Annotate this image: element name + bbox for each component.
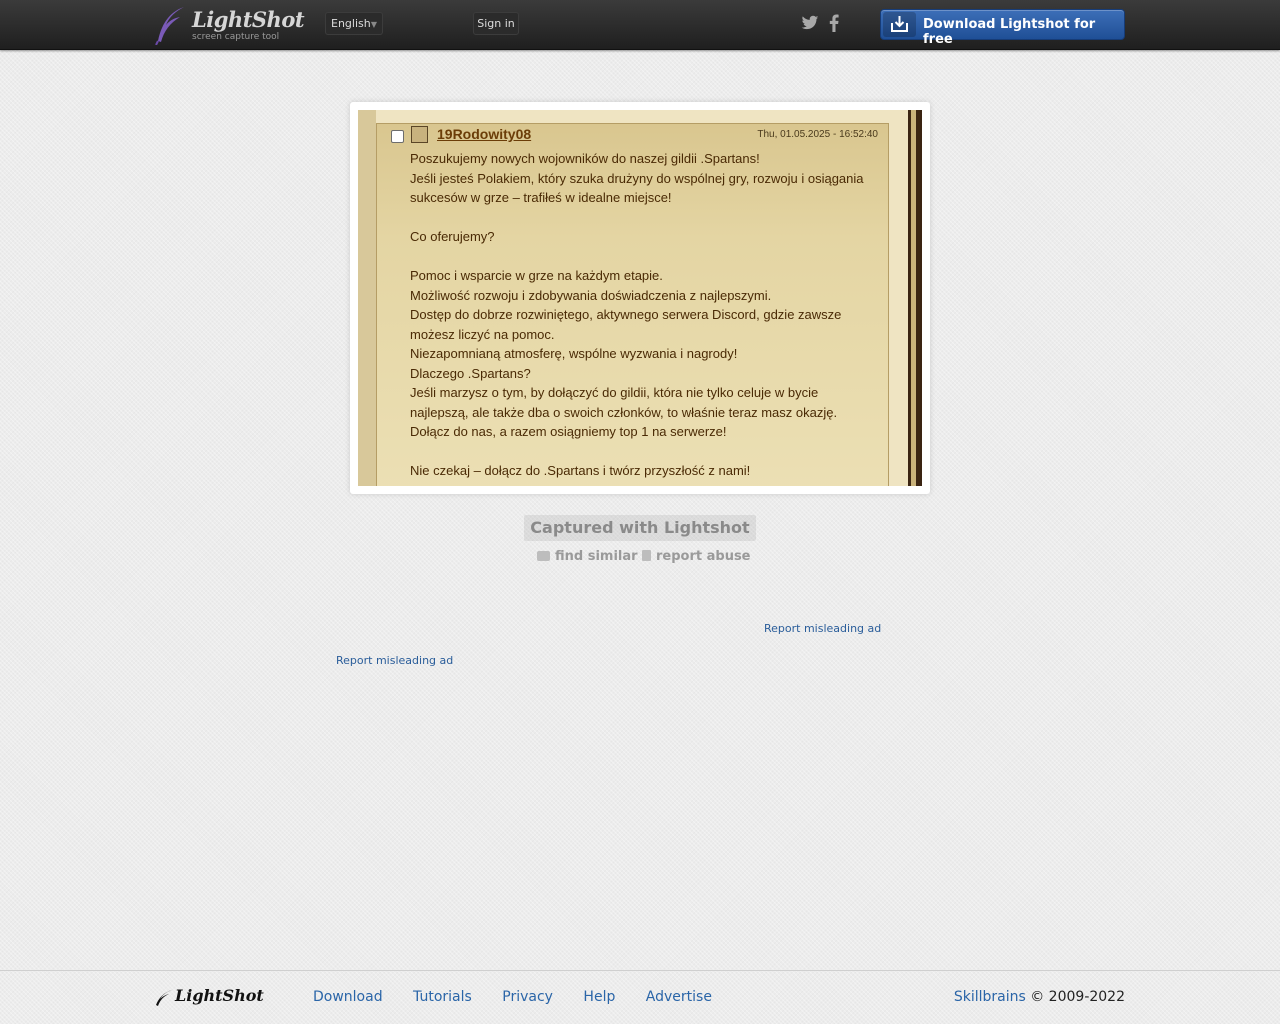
top-bar: LightShot screen capture tool English ▼ …	[0, 0, 1280, 50]
frame-edge	[916, 110, 922, 486]
post-checkbox	[391, 130, 404, 143]
feather-logo-icon	[155, 7, 184, 45]
logo-title: LightShot	[192, 7, 305, 32]
chevron-down-icon: ▼	[370, 20, 377, 29]
captured-image[interactable]: 19Rodowity08 Thu, 01.05.2025 - 16:52:40 …	[358, 110, 922, 486]
download-button-label: Download Lightshot for free	[923, 17, 1096, 47]
post-author: 19Rodowity08	[437, 126, 532, 142]
post-line: Poszukujemy nowych wojowników do naszej …	[410, 151, 760, 166]
camera-icon	[537, 551, 550, 561]
download-icon	[883, 12, 916, 37]
post-line: Co oferujemy?	[410, 229, 495, 244]
screenshot-frame: 19Rodowity08 Thu, 01.05.2025 - 16:52:40 …	[350, 102, 930, 494]
post-line: możesz liczyć na pomoc.	[410, 326, 555, 342]
footer-logo-text: LightShot	[175, 986, 264, 1005]
post-line: Dostęp do dobrze rozwiniętego, aktywnego…	[410, 307, 842, 322]
skillbrains-link[interactable]: Skillbrains	[954, 989, 1026, 1005]
report-abuse-label: report abuse	[656, 549, 751, 564]
clipboard-icon	[642, 550, 651, 561]
post-line	[410, 208, 880, 228]
sign-in-button[interactable]: Sign in	[473, 12, 519, 35]
post-line: najlepszą, ale także dba o swoich członk…	[410, 404, 838, 420]
footer: LightShot Download Tutorials Privacy Hel…	[0, 970, 1280, 1024]
post-line: Jeśli jesteś Polakiem, który szuka druży…	[410, 170, 864, 186]
post-line: Pomoc i wsparcie w grze na każdym etapie…	[410, 268, 663, 283]
language-select[interactable]: English ▼	[325, 12, 383, 35]
post-line	[410, 442, 880, 462]
footer-nav: Download Tutorials Privacy Help Advertis…	[313, 989, 738, 1005]
post-line: Możliwość rozwoju i zdobywania doświadcz…	[410, 287, 772, 303]
message-icon	[411, 126, 428, 143]
report-misleading-ad-link[interactable]: Report misleading ad	[764, 622, 881, 635]
feather-logo-icon	[156, 990, 172, 1006]
footer-link-tutorials[interactable]: Tutorials	[413, 989, 472, 1005]
lightshot-logo[interactable]: LightShot screen capture tool	[154, 5, 305, 45]
footer-link-help[interactable]: Help	[583, 989, 615, 1005]
post-line: Niezapomnianą atmosferę, wspólne wyzwani…	[410, 346, 738, 361]
post-line: Jeśli marzysz o tym, by dołączyć do gild…	[410, 385, 819, 400]
facebook-icon[interactable]	[829, 14, 839, 32]
post-line: Dlaczego .Spartans?	[410, 365, 531, 381]
language-label: English	[331, 17, 371, 30]
find-similar-label: find similar	[555, 549, 638, 564]
post-line: Nie czekaj – dołącz do .Spartans i twórz…	[410, 463, 751, 478]
forum-post: 19Rodowity08 Thu, 01.05.2025 - 16:52:40 …	[376, 123, 889, 486]
find-similar-link[interactable]: find similar	[537, 549, 638, 565]
report-abuse-link[interactable]: report abuse	[642, 549, 751, 565]
footer-link-download[interactable]: Download	[313, 989, 383, 1005]
footer-link-privacy[interactable]: Privacy	[502, 989, 553, 1005]
footer-link-advertise[interactable]: Advertise	[646, 989, 712, 1005]
post-line: Dołącz do nas, a razem osiągniemy top 1 …	[410, 424, 727, 439]
post-line	[410, 247, 880, 267]
copyright-text: © 2009-2022	[1030, 989, 1125, 1005]
captured-with-caption: Captured with Lightshot	[524, 515, 756, 541]
report-misleading-ad-link[interactable]: Report misleading ad	[336, 654, 453, 667]
download-button[interactable]: Download Lightshot for free	[880, 9, 1125, 47]
post-line: sukcesów w grze – trafiłeś w idealne mie…	[410, 190, 672, 205]
twitter-icon[interactable]	[801, 15, 819, 31]
post-date: Thu, 01.05.2025 - 16:52:40	[757, 129, 878, 140]
copyright: Skillbrains © 2009-2022	[954, 989, 1125, 1005]
logo-subtitle: screen capture tool	[192, 32, 280, 42]
post-body: Poszukujemy nowych wojowników do naszej …	[410, 149, 880, 481]
